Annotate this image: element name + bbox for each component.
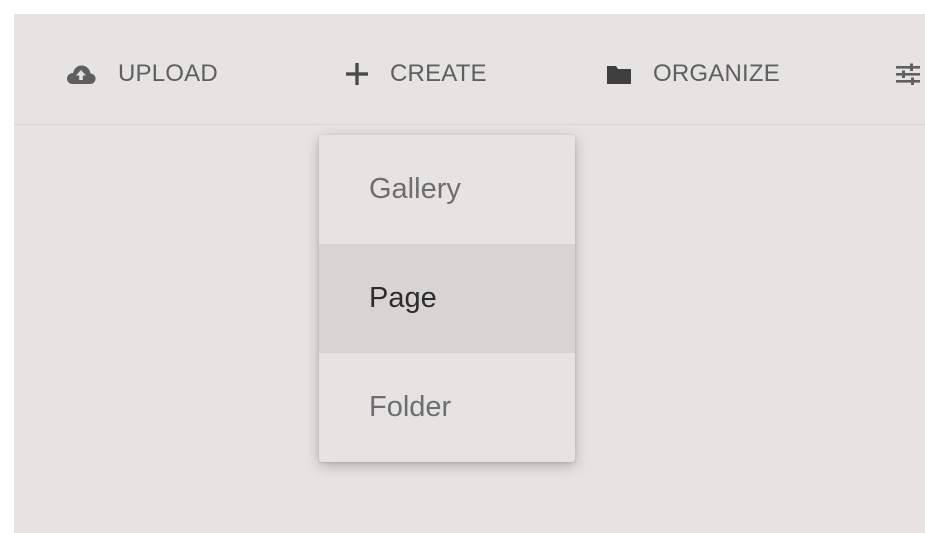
cloud-upload-icon: [66, 63, 96, 85]
menu-item-label: Page: [369, 282, 437, 314]
plus-icon: [346, 63, 368, 85]
filter-button[interactable]: [896, 54, 925, 94]
create-label: CREATE: [390, 60, 487, 87]
toolbar: UPLOAD CREATE ORGANIZE: [14, 14, 925, 125]
folder-icon: [607, 64, 631, 84]
organize-button[interactable]: ORGANIZE: [607, 54, 780, 94]
upload-label: UPLOAD: [118, 60, 218, 87]
menu-item-page[interactable]: Page: [319, 244, 575, 353]
menu-item-folder[interactable]: Folder: [319, 353, 575, 462]
upload-button[interactable]: UPLOAD: [66, 54, 218, 94]
sliders-icon: [896, 63, 920, 85]
menu-item-label: Gallery: [369, 173, 461, 205]
create-button[interactable]: CREATE: [346, 54, 487, 94]
menu-item-label: Folder: [369, 391, 452, 423]
organize-label: ORGANIZE: [653, 60, 780, 87]
menu-item-gallery[interactable]: Gallery: [319, 135, 575, 244]
create-dropdown-menu: Gallery Page Folder: [319, 135, 575, 462]
app-screen: UPLOAD CREATE ORGANIZE Gallery Page Fold…: [14, 14, 925, 533]
